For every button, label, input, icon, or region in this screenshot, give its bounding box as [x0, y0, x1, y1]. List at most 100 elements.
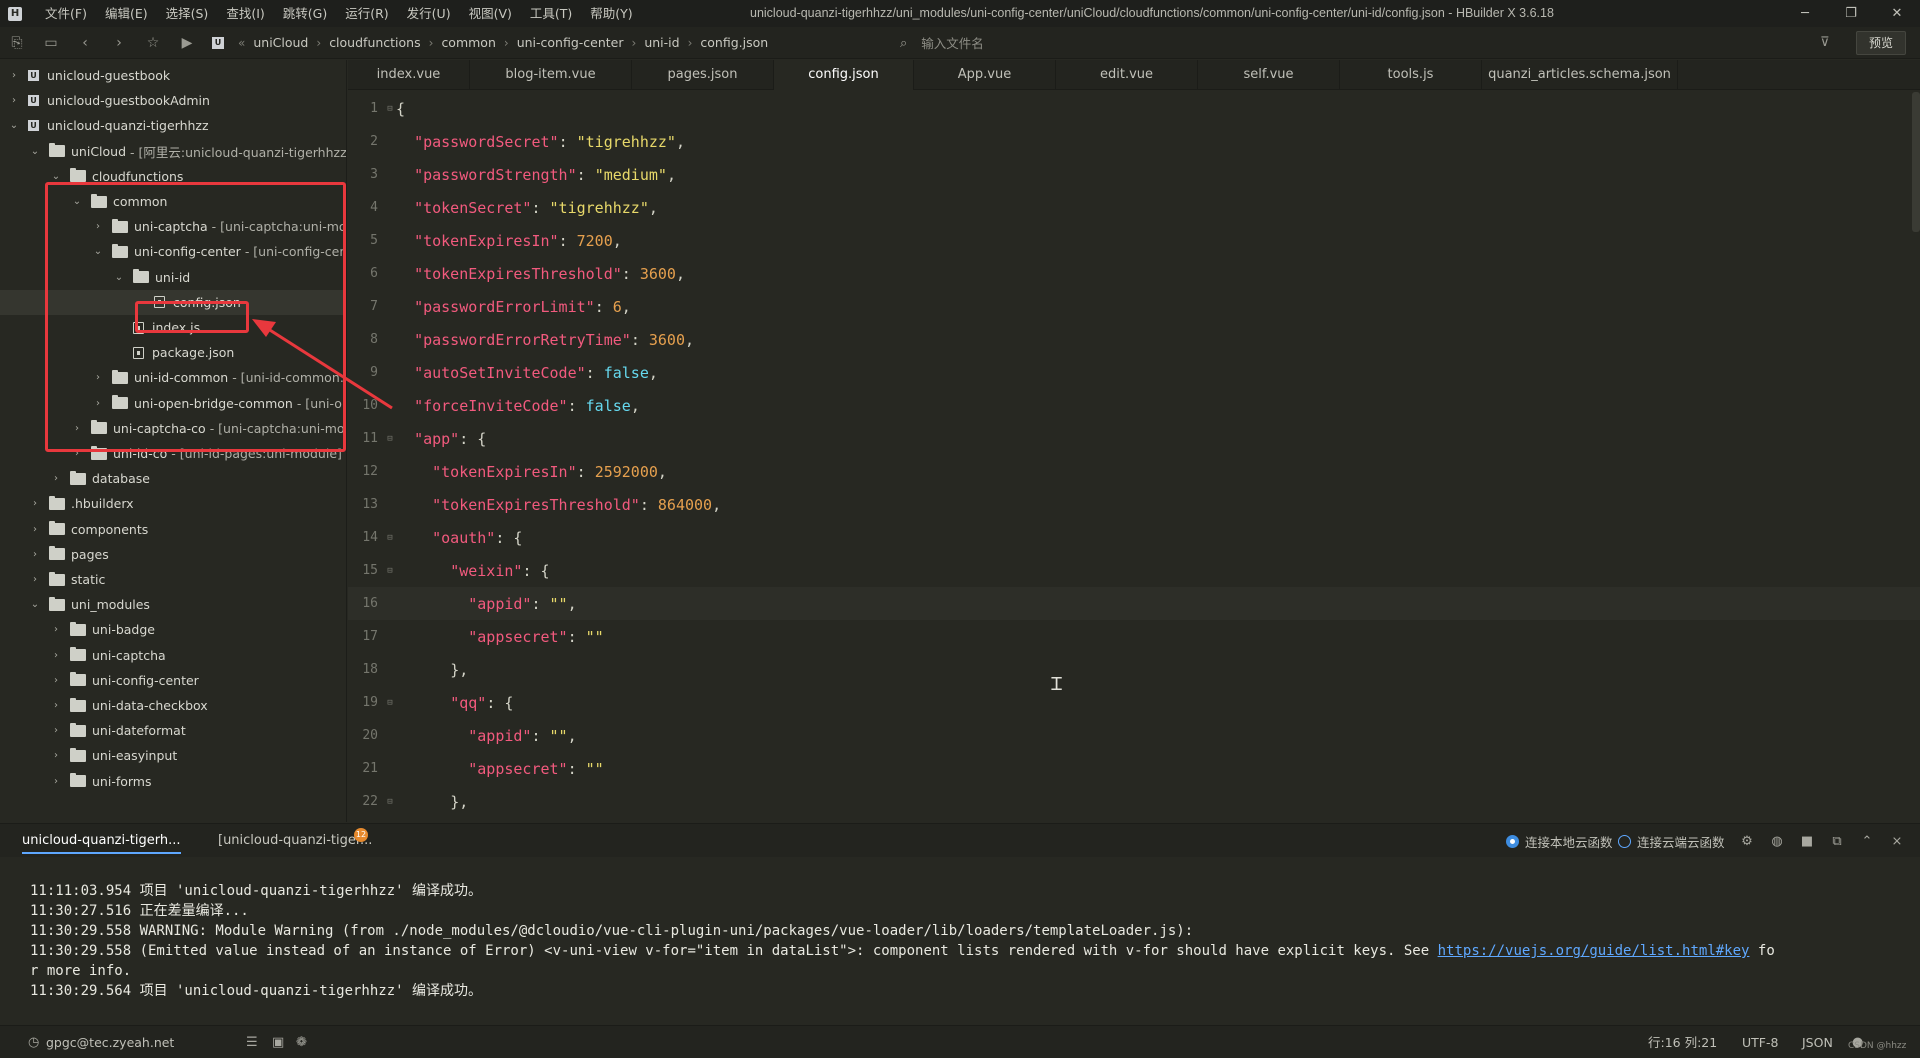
chevron-down-icon[interactable]: ⌄	[29, 146, 41, 157]
menu-find[interactable]: 查找(I)	[217, 0, 273, 27]
fold-icon[interactable]: ⊟	[384, 533, 396, 543]
code-line[interactable]: 4 "tokenSecret": "tigrehhzz",	[348, 191, 1920, 224]
tree-item[interactable]: › pages	[0, 542, 346, 567]
chevron-right-icon[interactable]: ›	[50, 776, 62, 787]
filter-icon[interactable]: ⊽	[1820, 27, 1830, 59]
code-text[interactable]: "oauth": {	[396, 529, 522, 547]
chevron-right-icon[interactable]: ›	[50, 650, 62, 661]
chevron-right-icon[interactable]: ›	[8, 70, 20, 81]
code-line[interactable]: 15 ⊟ "weixin": {	[348, 554, 1920, 587]
tree-item[interactable]: › database	[0, 466, 346, 491]
tab-tools-js[interactable]: tools.js	[1340, 60, 1482, 90]
tab-self-vue[interactable]: self.vue	[1198, 60, 1340, 90]
tree-item[interactable]: › uni-forms	[0, 769, 346, 794]
forward-icon[interactable]: ›	[102, 27, 136, 59]
file-language[interactable]: JSON	[1802, 1026, 1833, 1058]
chevron-right-icon[interactable]: ›	[50, 725, 62, 736]
maximize-panel-icon[interactable]: ⌃	[1852, 834, 1882, 849]
code-text[interactable]: "qq": {	[396, 694, 513, 712]
file-encoding[interactable]: UTF-8	[1742, 1026, 1778, 1058]
code-line[interactable]: 11 ⊟ "app": {	[348, 422, 1920, 455]
code-line[interactable]: 18 },	[348, 653, 1920, 686]
breadcrumb-item[interactable]: common	[441, 35, 495, 50]
code-text[interactable]: {	[396, 100, 405, 118]
minimize-icon[interactable]: ─	[1782, 0, 1828, 27]
radio-unchecked-icon[interactable]	[1618, 834, 1631, 848]
code-editor[interactable]: 1 ⊟{2 "passwordSecret": "tigrehhzz", 3 "pa…	[348, 90, 1920, 823]
console-tab-main[interactable]: unicloud-quanzi-tigerh...	[22, 830, 181, 854]
code-line[interactable]: 5 "tokenExpiresIn": 7200,	[348, 224, 1920, 257]
tree-item[interactable]: › uni-data-checkbox	[0, 693, 346, 718]
code-text[interactable]: "appid": "",	[396, 595, 576, 613]
code-line[interactable]: 13 "tokenExpiresThreshold": 864000,	[348, 488, 1920, 521]
code-line[interactable]: 14 ⊟ "oauth": {	[348, 521, 1920, 554]
code-line[interactable]: 6 "tokenExpiresThreshold": 3600,	[348, 257, 1920, 290]
code-text[interactable]: },	[396, 661, 468, 679]
chevron-right-icon[interactable]: ›	[29, 498, 41, 509]
code-text[interactable]: "autoSetInviteCode": false,	[396, 364, 658, 382]
code-text[interactable]: "forceInviteCode": false,	[396, 397, 640, 415]
code-line[interactable]: 9 "autoSetInviteCode": false,	[348, 356, 1920, 389]
code-text[interactable]: "tokenExpiresThreshold": 864000,	[396, 496, 721, 514]
tree-item[interactable]: ⌄ uniCloud - [阿里云:unicloud-quanzi-tigerhhz…	[0, 139, 346, 164]
tab-quanzi-articles-schema-json[interactable]: quanzi_articles.schema.json	[1482, 60, 1678, 90]
code-text[interactable]: "tokenExpiresIn": 7200,	[396, 232, 622, 250]
fold-icon[interactable]: ⊟	[384, 797, 396, 807]
tree-item[interactable]: ⌄ Uunicloud-quanzi-tigerhhzz	[0, 113, 346, 138]
cloud-remote-option[interactable]: 连接云端云函数	[1618, 824, 1725, 858]
tab-blog-item-vue[interactable]: blog-item.vue	[470, 60, 632, 90]
tab-app-vue[interactable]: App.vue	[914, 60, 1056, 90]
user-account[interactable]: gpgc@tec.zyeah.net	[46, 1026, 174, 1058]
breadcrumb-item[interactable]: cloudfunctions	[329, 35, 420, 50]
new-file-icon[interactable]: ⎘	[0, 27, 34, 59]
cloud-local-option[interactable]: 连接本地云函数	[1506, 824, 1613, 858]
chevron-right-icon[interactable]: ›	[29, 524, 41, 535]
chevron-right-icon[interactable]: ›	[50, 700, 62, 711]
tree-item[interactable]: › .hbuilderx	[0, 491, 346, 516]
chevron-down-icon[interactable]: ⌄	[29, 599, 41, 610]
chevron-right-icon[interactable]: ›	[50, 750, 62, 761]
code-line[interactable]: 8 "passwordErrorRetryTime": 3600,	[348, 323, 1920, 356]
tree-item[interactable]: › uni-config-center	[0, 668, 346, 693]
code-text[interactable]: "tokenExpiresIn": 2592000,	[396, 463, 667, 481]
menu-edit[interactable]: 编辑(E)	[96, 0, 157, 27]
code-text[interactable]: "tokenExpiresThreshold": 3600,	[396, 265, 685, 283]
code-line[interactable]: 19 ⊟ "qq": {	[348, 686, 1920, 719]
tree-item[interactable]: › Uunicloud-guestbook	[0, 63, 346, 88]
code-line[interactable]: 17 "appsecret": ""	[348, 620, 1920, 653]
chevron-right-icon[interactable]: ›	[29, 574, 41, 585]
settings-icon[interactable]: ⚙	[1732, 834, 1762, 849]
breadcrumb-item[interactable]: uni-config-center	[517, 35, 624, 50]
menu-file[interactable]: 文件(F)	[36, 0, 96, 27]
menu-help[interactable]: 帮助(Y)	[581, 0, 641, 27]
restore-icon[interactable]: ❐	[1828, 0, 1874, 27]
fold-icon[interactable]: ⊟	[384, 566, 396, 576]
preview-button[interactable]: 预览	[1856, 31, 1906, 55]
tree-item[interactable]: › uni-captcha	[0, 643, 346, 668]
chevron-right-icon[interactable]: ›	[8, 95, 20, 106]
console-tab-secondary[interactable]: [unicloud-quanzi-tiger...	[218, 830, 372, 852]
chevron-right-icon[interactable]: ›	[50, 473, 62, 484]
tab-edit-vue[interactable]: edit.vue	[1056, 60, 1198, 90]
cursor-position[interactable]: 行:16 列:21	[1648, 1026, 1717, 1058]
code-line[interactable]: 2 "passwordSecret": "tigrehhzz",	[348, 125, 1920, 158]
code-text[interactable]: "passwordSecret": "tigrehhzz",	[396, 133, 685, 151]
tree-item[interactable]: › uni-badge	[0, 617, 346, 642]
star-icon[interactable]: ☆	[136, 27, 170, 59]
docs-link[interactable]: https://vuejs.org/guide/list.html#key	[1438, 943, 1750, 959]
code-text[interactable]: "passwordErrorLimit": 6,	[396, 298, 631, 316]
tree-item[interactable]: › uni-dateformat	[0, 718, 346, 743]
tree-item[interactable]: › components	[0, 517, 346, 542]
close-icon[interactable]: ✕	[1874, 0, 1920, 27]
radio-checked-icon[interactable]	[1506, 834, 1519, 848]
code-line[interactable]: 12 "tokenExpiresIn": 2592000,	[348, 455, 1920, 488]
code-text[interactable]: "tokenSecret": "tigrehhzz",	[396, 199, 658, 217]
console-output[interactable]: 11:11:03.954 项目 'unicloud-quanzi-tigerhh…	[0, 857, 1920, 1025]
chevron-down-icon[interactable]: ⌄	[8, 120, 20, 131]
tab-pages-json[interactable]: pages.json	[632, 60, 774, 90]
code-text[interactable]: "appid": "",	[396, 727, 576, 745]
fold-icon[interactable]: ⊟	[384, 104, 396, 114]
code-text[interactable]: "weixin": {	[396, 562, 549, 580]
code-line[interactable]: 10 "forceInviteCode": false,	[348, 389, 1920, 422]
code-line[interactable]: 16 "appid": "",	[348, 587, 1920, 620]
